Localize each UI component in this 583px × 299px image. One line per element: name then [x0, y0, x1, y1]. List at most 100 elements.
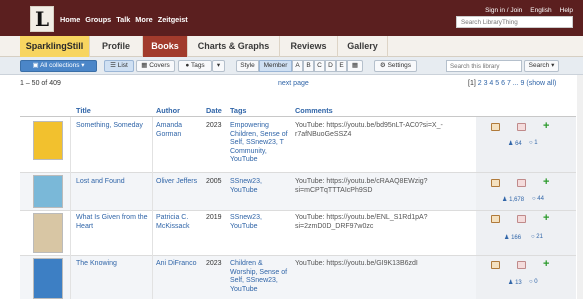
page-links: [1] 2 3 4 5 6 7 ... 9 (show all)	[468, 80, 556, 87]
column-author[interactable]: Author	[156, 106, 180, 115]
show-all-link[interactable]: (show all)	[526, 80, 556, 87]
chevron-down-icon: ▾	[216, 62, 221, 69]
column-divider	[152, 256, 153, 299]
next-page-link[interactable]: next page	[278, 80, 309, 87]
row-actions: + ♟ 13 ○ 0	[476, 256, 576, 299]
book-title[interactable]: The Knowing	[76, 260, 154, 269]
book-author[interactable]: Patricia C. McKissack	[156, 214, 204, 231]
person-icon: ♟	[502, 197, 508, 203]
column-divider	[152, 211, 153, 256]
style-member-button[interactable]: Member	[259, 60, 292, 72]
tab-reviews[interactable]: Reviews	[280, 36, 338, 57]
review-icon[interactable]	[517, 261, 526, 269]
add-book-icon[interactable]: +	[543, 177, 552, 188]
book-icon[interactable]	[491, 179, 500, 187]
list-icon: ☰	[110, 62, 116, 69]
row-actions: + ♟ 1,678 ○ 44	[476, 173, 576, 210]
page-scrollbar[interactable]	[577, 75, 583, 299]
tags-button[interactable]: ● Tags	[178, 60, 212, 72]
list-label: List	[117, 62, 128, 69]
tab-charts-graphs[interactable]: Charts & Graphs	[188, 36, 280, 57]
member-count: ♟ 166	[504, 234, 521, 241]
book-cover[interactable]	[33, 258, 63, 299]
book-title[interactable]: What Is Given from the Heart	[76, 214, 152, 231]
nav-groups[interactable]: Groups	[85, 15, 111, 24]
style-c-button[interactable]: C	[314, 60, 325, 72]
library-toolbar: ▣ All collections ▾ ☰ List ▦ Covers ● Ta…	[0, 57, 583, 75]
covers-view-button[interactable]: ▦ Covers	[136, 60, 175, 72]
column-comments[interactable]: Comments	[295, 106, 333, 115]
tags-dropdown-button[interactable]: ▾	[212, 60, 225, 72]
book-tags[interactable]: Empowering Children, Sense of Self, SSne…	[230, 122, 290, 165]
list-view-button[interactable]: ☰ List	[104, 60, 134, 72]
style-e-button[interactable]: E	[336, 60, 347, 72]
column-tags[interactable]: Tags	[230, 106, 247, 115]
nav-more[interactable]: More	[135, 15, 152, 24]
review-icon[interactable]	[517, 123, 526, 131]
book-tags[interactable]: SSnew23, YouTube	[230, 214, 290, 231]
book-title[interactable]: Something, Someday	[76, 122, 154, 131]
member-count-value: 166	[511, 235, 522, 241]
language-link[interactable]: English	[530, 7, 551, 14]
table-icon: ▦	[351, 62, 359, 69]
member-count: ♟ 64	[508, 140, 522, 147]
style-d-button[interactable]: D	[325, 60, 336, 72]
table-row: Something, Someday Amanda Gorman 2023 Em…	[20, 117, 576, 173]
nav-zeitgeist[interactable]: Zeitgeist	[158, 15, 188, 24]
page-numbers[interactable]: 2 3 4 5 6 7 ... 9	[478, 80, 525, 87]
collections-dropdown[interactable]: ▣ All collections ▾	[20, 60, 97, 72]
style-b-button[interactable]: B	[303, 60, 314, 72]
add-book-icon[interactable]: +	[543, 213, 552, 224]
help-link[interactable]: Help	[560, 7, 573, 14]
settings-button[interactable]: ⚙ Settings	[374, 60, 417, 72]
book-tags[interactable]: SSnew23, YouTube	[230, 178, 290, 195]
tab-profile[interactable]: Profile	[90, 36, 143, 57]
member-count-value: 1,678	[509, 197, 525, 203]
book-author[interactable]: Ani DiFranco	[156, 260, 204, 269]
nav-talk[interactable]: Talk	[116, 15, 130, 24]
covers-label: Covers	[149, 62, 170, 69]
search-button-label: Search	[528, 62, 550, 69]
column-title[interactable]: Title	[76, 106, 91, 115]
book-icon[interactable]	[491, 215, 500, 223]
search-button[interactable]: Search ▾	[524, 60, 559, 72]
speech-bubble-icon: ○	[532, 196, 536, 202]
table-row: Lost and Found Oliver Jeffers 2005 SSnew…	[20, 173, 576, 211]
book-tags[interactable]: Children & Worship, Sense of Self, SSnew…	[230, 260, 290, 294]
edit-styles-button[interactable]: ▦	[347, 60, 363, 72]
review-count-value: 44	[537, 196, 544, 202]
grid-icon: ▦	[141, 62, 148, 69]
column-date[interactable]: Date	[206, 106, 222, 115]
book-comment: YouTube: https://youtu.be/GI9K13B6zdI	[295, 260, 418, 267]
tab-gallery[interactable]: Gallery	[338, 36, 388, 57]
book-cover[interactable]	[33, 121, 63, 160]
add-book-icon[interactable]: +	[543, 121, 552, 132]
book-comment: YouTube: https://youtu.be/cRAAQ8EWzig?si…	[295, 178, 428, 194]
sign-in-link[interactable]: Sign in / Join	[485, 7, 522, 14]
book-author[interactable]: Amanda Gorman	[156, 122, 204, 139]
book-cover[interactable]	[33, 175, 63, 208]
add-book-icon[interactable]: +	[543, 259, 552, 270]
tab-username[interactable]: SparklingStill	[20, 36, 90, 57]
book-title[interactable]: Lost and Found	[76, 178, 154, 187]
person-icon: ♟	[508, 280, 514, 286]
review-count: ○ 0	[529, 279, 538, 285]
review-icon[interactable]	[517, 215, 526, 223]
librarything-logo[interactable]: L	[30, 6, 54, 32]
library-search-input[interactable]	[446, 60, 522, 72]
gear-icon: ⚙	[379, 62, 386, 69]
person-icon: ♟	[508, 141, 514, 147]
top-bar: L Home Groups Talk More Zeitgeist Sign i…	[0, 0, 583, 36]
book-icon[interactable]	[491, 261, 500, 269]
book-date: 2023	[206, 122, 222, 129]
review-icon[interactable]	[517, 179, 526, 187]
book-author[interactable]: Oliver Jeffers	[156, 178, 204, 187]
tab-books[interactable]: Books	[143, 36, 188, 57]
book-cover[interactable]	[33, 213, 63, 253]
book-comment: YouTube: https://youtu.be/bd95nLT-AC0?si…	[295, 122, 443, 138]
folder-icon: ▣	[32, 62, 39, 69]
book-icon[interactable]	[491, 123, 500, 131]
style-a-button[interactable]: A	[292, 60, 303, 72]
site-search-input[interactable]	[456, 16, 573, 28]
nav-home[interactable]: Home	[60, 15, 80, 24]
